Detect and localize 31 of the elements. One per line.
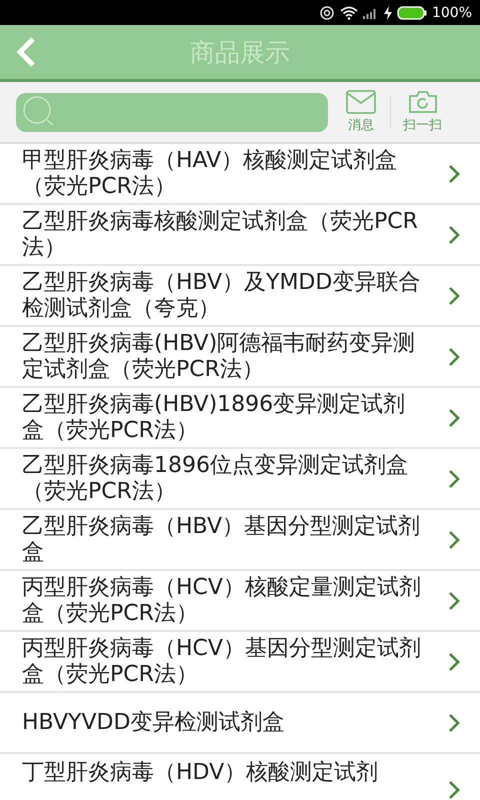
- chevron-icon: [448, 468, 460, 488]
- charging-icon: [384, 6, 392, 20]
- wifi-icon: [340, 6, 358, 20]
- back-icon[interactable]: [16, 36, 36, 68]
- chevron-icon: [448, 530, 460, 550]
- chevron-icon: [448, 286, 460, 306]
- product-item[interactable]: 乙型肝炎病毒1896位点变异测定试剂盒（荧光PCR法）: [0, 449, 480, 510]
- chevron-icon: [448, 224, 460, 244]
- product-item[interactable]: HBVYVDD变异检测试剂盒: [0, 693, 480, 754]
- chevron-icon: [448, 780, 460, 800]
- chevron-icon: [448, 712, 460, 732]
- chevron-icon: [448, 590, 460, 610]
- camera-icon: [408, 90, 438, 114]
- product-item[interactable]: 乙型肝炎病毒(HBV)阿德福韦耐药变异测定试剂盒（荧光PCR法）: [0, 327, 480, 388]
- chevron-icon: [448, 346, 460, 366]
- product-item[interactable]: 丁型肝炎病毒（HDV）核酸测定试剂: [0, 754, 480, 800]
- chevron-icon: [448, 164, 460, 184]
- chevron-icon: [448, 408, 460, 428]
- product-item[interactable]: 乙型肝炎病毒(HBV)1896变异测定试剂盒（荧光PCR法）: [0, 388, 480, 449]
- envelope-icon: [346, 90, 376, 114]
- chevron-icon: [448, 652, 460, 672]
- product-item[interactable]: 丙型肝炎病毒（HCV）核酸定量测定试剂盒（荧光PCR法）: [0, 571, 480, 632]
- battery-icon: [396, 6, 427, 20]
- product-item[interactable]: 乙型肝炎病毒（HBV）基因分型测定试剂盒: [0, 510, 480, 571]
- search-field[interactable]: [16, 92, 328, 132]
- product-item[interactable]: 丙型肝炎病毒（HCV）基因分型测定试剂盒（荧光PCR法）: [0, 632, 480, 693]
- product-item[interactable]: 乙型肝炎病毒核酸测定试剂盒（荧光PCR法）: [0, 205, 480, 266]
- product-item[interactable]: 乙型肝炎病毒（HBV）及YMDD变异联合检测试剂盒（夸克）: [0, 266, 480, 327]
- product-item[interactable]: 甲型肝炎病毒（HAV）核酸测定试剂盒（荧光PCR法）: [0, 144, 480, 205]
- battery-level: 100%: [432, 4, 472, 20]
- hotspot-icon: [318, 4, 335, 20]
